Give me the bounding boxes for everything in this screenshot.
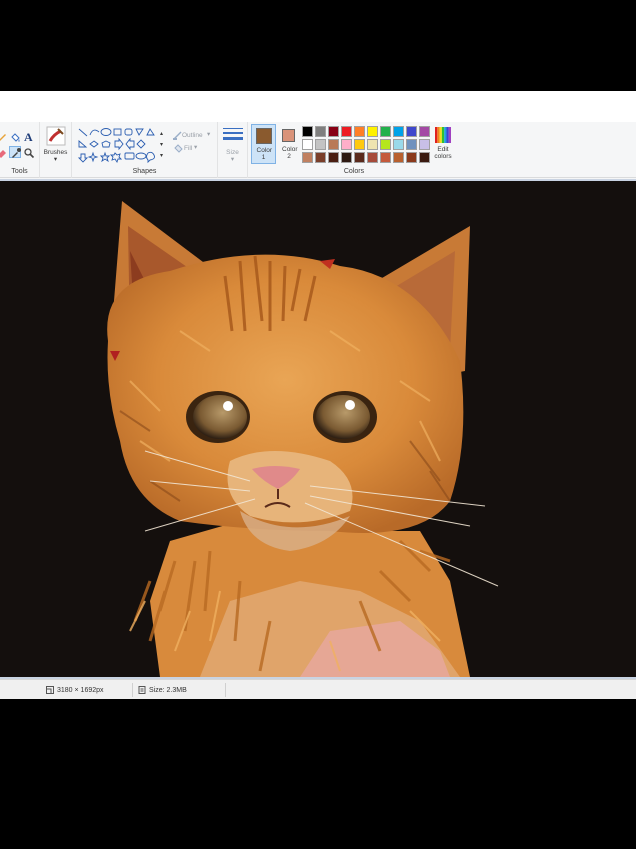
edit-colors-button[interactable]: Edit colors xyxy=(431,125,455,165)
palette-swatch[interactable] xyxy=(341,126,352,137)
palette-swatch[interactable] xyxy=(406,126,417,137)
palette-swatch[interactable] xyxy=(419,139,430,150)
image-size-icon xyxy=(46,686,54,694)
home-ribbon: A Tools Brushes ▾ ▴ ▾ ▾ Outline ▾ Fill ▾… xyxy=(0,122,636,178)
palette-swatch[interactable] xyxy=(393,152,404,163)
shapes-group: ▴ ▾ ▾ Outline ▾ Fill ▾ Shapes xyxy=(72,122,218,178)
fill-icon[interactable] xyxy=(172,142,184,154)
color2-selector[interactable]: Color 2 xyxy=(278,124,300,164)
palette-swatch[interactable] xyxy=(419,152,430,163)
palette-swatch[interactable] xyxy=(354,152,365,163)
tools-group: A Tools xyxy=(0,122,40,178)
palette-swatch[interactable] xyxy=(354,126,365,137)
color-palette xyxy=(302,126,430,163)
palette-swatch[interactable] xyxy=(419,126,430,137)
color1-swatch xyxy=(256,128,272,144)
palette-swatch[interactable] xyxy=(380,139,391,150)
shapes-scroll-icon[interactable]: ▴ ▾ ▾ xyxy=(160,129,163,162)
status-bar: 3180 × 1692px Size: 2.3MB xyxy=(0,679,636,699)
brushes-dropdown-icon[interactable]: ▾ xyxy=(40,156,71,163)
drawing-canvas[interactable] xyxy=(0,181,636,677)
palette-swatch[interactable] xyxy=(302,139,313,150)
outline-label[interactable]: Outline xyxy=(182,132,203,139)
palette-swatch[interactable] xyxy=(315,139,326,150)
color2-label: Color 2 xyxy=(282,146,298,160)
brushes-group[interactable]: Brushes ▾ xyxy=(40,122,72,178)
edit-colors-label: Edit colors xyxy=(434,146,452,160)
color1-selector[interactable]: Color 1 xyxy=(251,124,276,164)
cat-painting xyxy=(107,201,499,677)
shapes-group-label: Shapes xyxy=(132,168,157,175)
color1-label: Color 1 xyxy=(256,147,273,161)
size-lines-icon xyxy=(223,128,243,140)
palette-swatch[interactable] xyxy=(341,152,352,163)
shapes-gallery[interactable] xyxy=(77,127,169,165)
dimensions-text: 3180 × 1692px xyxy=(57,686,104,694)
palette-swatch[interactable] xyxy=(393,126,404,137)
eraser-icon[interactable] xyxy=(0,147,8,159)
palette-swatch[interactable] xyxy=(367,126,378,137)
canvas-workspace xyxy=(0,179,636,679)
palette-swatch[interactable] xyxy=(367,152,378,163)
palette-swatch[interactable] xyxy=(328,139,339,150)
palette-swatch[interactable] xyxy=(367,139,378,150)
tools-group-label: Tools xyxy=(11,168,28,175)
brushes-label: Brushes xyxy=(43,149,68,156)
size-dropdown-icon[interactable]: ▾ xyxy=(218,156,247,163)
palette-swatch[interactable] xyxy=(380,126,391,137)
outline-dropdown-icon[interactable]: ▾ xyxy=(207,131,210,138)
svg-text:A: A xyxy=(24,130,33,142)
status-file-size: Size: 2.3MB xyxy=(138,686,187,694)
palette-swatch[interactable] xyxy=(380,152,391,163)
fill-label[interactable]: Fill xyxy=(184,145,192,152)
color2-swatch xyxy=(282,129,295,142)
title-bar xyxy=(0,91,636,122)
status-dimensions: 3180 × 1692px xyxy=(46,686,104,694)
palette-swatch[interactable] xyxy=(315,152,326,163)
fill-dropdown-icon[interactable]: ▾ xyxy=(194,144,197,151)
file-size-icon xyxy=(138,686,146,694)
palette-swatch[interactable] xyxy=(315,126,326,137)
size-label: Size xyxy=(226,149,239,156)
colors-group-label: Colors xyxy=(343,168,365,175)
palette-swatch[interactable] xyxy=(328,126,339,137)
color-picker-icon[interactable] xyxy=(9,146,21,158)
status-divider xyxy=(132,683,133,697)
palette-swatch[interactable] xyxy=(406,139,417,150)
palette-swatch[interactable] xyxy=(302,152,313,163)
palette-swatch[interactable] xyxy=(328,152,339,163)
file-size-text: Size: 2.3MB xyxy=(149,686,187,694)
fill-bucket-icon[interactable] xyxy=(9,131,21,143)
palette-swatch[interactable] xyxy=(406,152,417,163)
brush-icon[interactable] xyxy=(46,126,66,146)
magnifier-icon[interactable] xyxy=(23,147,35,159)
palette-swatch[interactable] xyxy=(341,139,352,150)
size-group[interactable]: Size ▾ xyxy=(218,122,248,178)
text-tool-icon[interactable]: A xyxy=(23,130,35,142)
rainbow-icon xyxy=(435,127,451,143)
palette-swatch[interactable] xyxy=(302,126,313,137)
status-divider xyxy=(225,683,226,697)
paint-window: A Tools Brushes ▾ ▴ ▾ ▾ Outline ▾ Fill ▾… xyxy=(0,91,636,699)
palette-swatch[interactable] xyxy=(354,139,365,150)
palette-swatch[interactable] xyxy=(393,139,404,150)
pencil-icon[interactable] xyxy=(0,131,8,143)
